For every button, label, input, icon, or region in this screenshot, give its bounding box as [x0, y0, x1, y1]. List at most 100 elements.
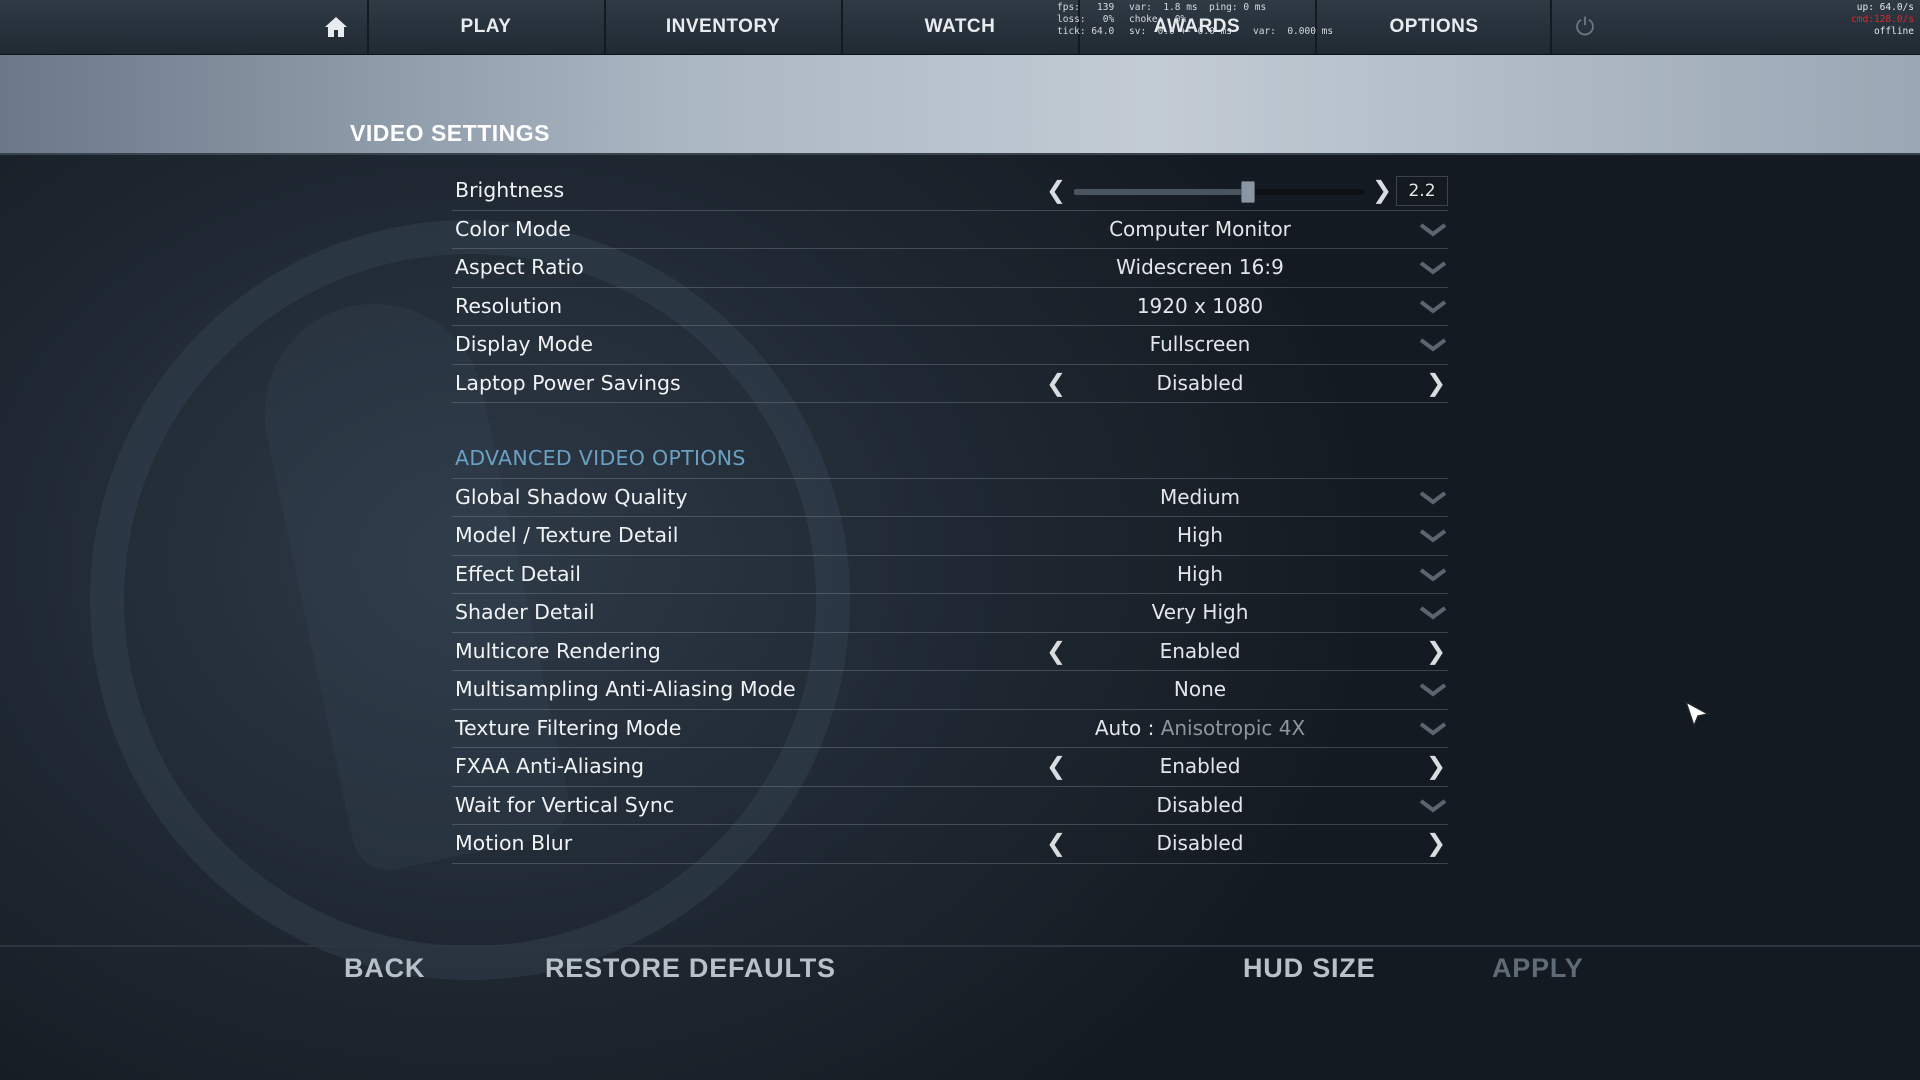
setting-value: Enabled: [1159, 638, 1241, 663]
setting-row-aspect-ratio[interactable]: Aspect Ratio Widescreen 16:9: [452, 249, 1448, 288]
settings-list: Brightness ❮ ❯ 2.2 Color Mode Computer M…: [452, 172, 1448, 864]
setting-row-laptop-power-savings[interactable]: Laptop Power Savings ❮ Disabled ❯: [452, 365, 1448, 403]
chevron-down-icon[interactable]: [1418, 257, 1448, 277]
setting-row-color-mode[interactable]: Color Mode Computer Monitor: [452, 211, 1448, 249]
setting-value: Auto : Anisotropic 4X: [1048, 710, 1352, 746]
setting-value: Fullscreen: [1149, 332, 1251, 356]
corner-status: offline: [1873, 26, 1914, 37]
netgraph-choke: choke: 0%: [1129, 14, 1187, 25]
setting-label: Aspect Ratio: [455, 255, 584, 279]
setting-row-display-mode[interactable]: Display Mode Fullscreen: [452, 326, 1448, 365]
setting-value: Computer Monitor: [1109, 216, 1291, 241]
setting-label: Effect Detail: [455, 561, 581, 586]
arrow-right-icon[interactable]: ❯: [1372, 172, 1392, 209]
home-button[interactable]: [307, 0, 365, 54]
setting-label: Brightness: [455, 178, 565, 202]
setting-value: High: [1177, 561, 1223, 586]
setting-row-vertical-sync[interactable]: Wait for Vertical Sync Disabled: [452, 787, 1448, 825]
chevron-down-icon[interactable]: [1418, 795, 1448, 815]
tab-watch[interactable]: WATCH: [841, 0, 1077, 54]
setting-label: Wait for Vertical Sync: [455, 792, 675, 817]
setting-row-model-texture-detail[interactable]: Model / Texture Detail High: [452, 517, 1448, 556]
corner-up-rate: up: 64.0/s: [1856, 2, 1914, 13]
setting-value: 1920 x 1080: [1136, 293, 1264, 318]
advanced-video-options-heading: ADVANCED VIDEO OPTIONS: [452, 440, 1448, 479]
setting-label: Multicore Rendering: [455, 638, 661, 663]
page-title: VIDEO SETTINGS: [350, 120, 550, 146]
arrow-left-icon[interactable]: ❮: [1046, 172, 1066, 209]
apply-button[interactable]: APPLY: [1492, 953, 1584, 984]
chevron-down-icon[interactable]: [1418, 718, 1448, 738]
chevron-down-icon[interactable]: [1418, 334, 1448, 354]
netgraph-sv: sv: 0.0 +- 0.0 ms: [1129, 26, 1232, 37]
setting-label: Motion Blur: [455, 831, 573, 855]
chevron-down-icon[interactable]: [1418, 296, 1448, 316]
chevron-down-icon[interactable]: [1418, 679, 1448, 699]
brightness-value: 2.2: [1396, 176, 1448, 206]
arrow-right-icon[interactable]: ❯: [1426, 633, 1446, 670]
setting-label: Resolution: [455, 293, 563, 318]
setting-row-multicore-rendering[interactable]: Multicore Rendering ❮ Enabled ❯: [452, 633, 1448, 671]
setting-value: Medium: [1160, 484, 1240, 509]
setting-label: Multisampling Anti-Aliasing Mode: [455, 677, 796, 701]
bottom-divider: [0, 945, 1920, 947]
mouse-cursor-icon: [1684, 700, 1710, 728]
setting-value: Disabled: [1156, 792, 1244, 817]
setting-row-motion-blur[interactable]: Motion Blur ❮ Disabled ❯: [452, 825, 1448, 864]
setting-label: FXAA Anti-Aliasing: [455, 754, 645, 778]
setting-label: Laptop Power Savings: [455, 370, 681, 395]
netgraph-var-2: var: 0.000 ms: [1253, 26, 1334, 37]
corner-stats: up: 64.0/s cmd:128.0/s offline: [1851, 2, 1914, 38]
setting-row-shader-detail[interactable]: Shader Detail Very High: [452, 594, 1448, 633]
chevron-down-icon[interactable]: [1418, 487, 1448, 507]
setting-label: Color Mode: [455, 216, 571, 241]
setting-label: Shader Detail: [455, 600, 595, 624]
brightness-slider-thumb[interactable]: [1241, 181, 1255, 203]
setting-row-resolution[interactable]: Resolution 1920 x 1080: [452, 288, 1448, 326]
tab-play[interactable]: PLAY: [367, 0, 603, 54]
corner-cmd-rate: cmd:128.0/s: [1851, 14, 1914, 25]
setting-value: Enabled: [1159, 754, 1241, 778]
setting-row-global-shadow-quality[interactable]: Global Shadow Quality Medium: [452, 479, 1448, 517]
chevron-down-icon[interactable]: [1418, 219, 1448, 239]
setting-row-fxaa[interactable]: FXAA Anti-Aliasing ❮ Enabled ❯: [452, 748, 1448, 787]
arrow-right-icon[interactable]: ❯: [1426, 825, 1446, 862]
netgraph-loss: loss: 0%: [1057, 14, 1115, 25]
setting-row-brightness[interactable]: Brightness ❮ ❯ 2.2: [452, 172, 1448, 211]
power-icon: ⏻: [1575, 13, 1595, 41]
tab-inventory[interactable]: INVENTORY: [604, 0, 840, 54]
arrow-right-icon[interactable]: ❯: [1426, 748, 1446, 785]
setting-value: None: [1173, 677, 1227, 701]
setting-label: Texture Filtering Mode: [455, 715, 682, 740]
netgraph-ping: ping: 0 ms: [1209, 2, 1267, 13]
netgraph-var: var: 1.8 ms: [1129, 2, 1198, 13]
auto-value: Anisotropic 4X: [1160, 715, 1306, 740]
power-button[interactable]: ⏻: [1550, 0, 1618, 54]
chevron-down-icon[interactable]: [1418, 525, 1448, 545]
netgraph-fps: fps: 139: [1057, 2, 1115, 13]
setting-label: Global Shadow Quality: [455, 484, 688, 509]
back-button[interactable]: BACK: [344, 953, 425, 984]
netgraph-tick: tick: 64.0: [1057, 26, 1115, 37]
setting-value: Widescreen 16:9: [1116, 255, 1284, 279]
top-nav: PLAY INVENTORY WATCH AWARDS OPTIONS ⏻ fp…: [0, 0, 1920, 55]
home-icon: [325, 17, 347, 37]
chevron-down-icon[interactable]: [1418, 564, 1448, 584]
restore-defaults-button[interactable]: RESTORE DEFAULTS: [545, 953, 836, 984]
setting-value: High: [1177, 523, 1223, 547]
setting-label: Model / Texture Detail: [455, 523, 679, 547]
setting-value: Disabled: [1156, 370, 1244, 395]
setting-value: Very High: [1151, 600, 1249, 624]
hud-size-button[interactable]: HUD SIZE: [1243, 953, 1375, 984]
tab-options[interactable]: OPTIONS: [1315, 0, 1551, 54]
setting-label: Display Mode: [455, 332, 593, 356]
setting-row-texture-filtering-mode[interactable]: Texture Filtering Mode Auto : Anisotropi…: [452, 710, 1448, 748]
setting-row-msaa-mode[interactable]: Multisampling Anti-Aliasing Mode None: [452, 671, 1448, 710]
brightness-slider-track[interactable]: [1074, 189, 1364, 195]
header-band: [0, 55, 1920, 155]
chevron-down-icon[interactable]: [1418, 602, 1448, 622]
arrow-right-icon[interactable]: ❯: [1426, 365, 1446, 402]
auto-prefix: Auto :: [1094, 715, 1161, 740]
setting-row-effect-detail[interactable]: Effect Detail High: [452, 556, 1448, 594]
